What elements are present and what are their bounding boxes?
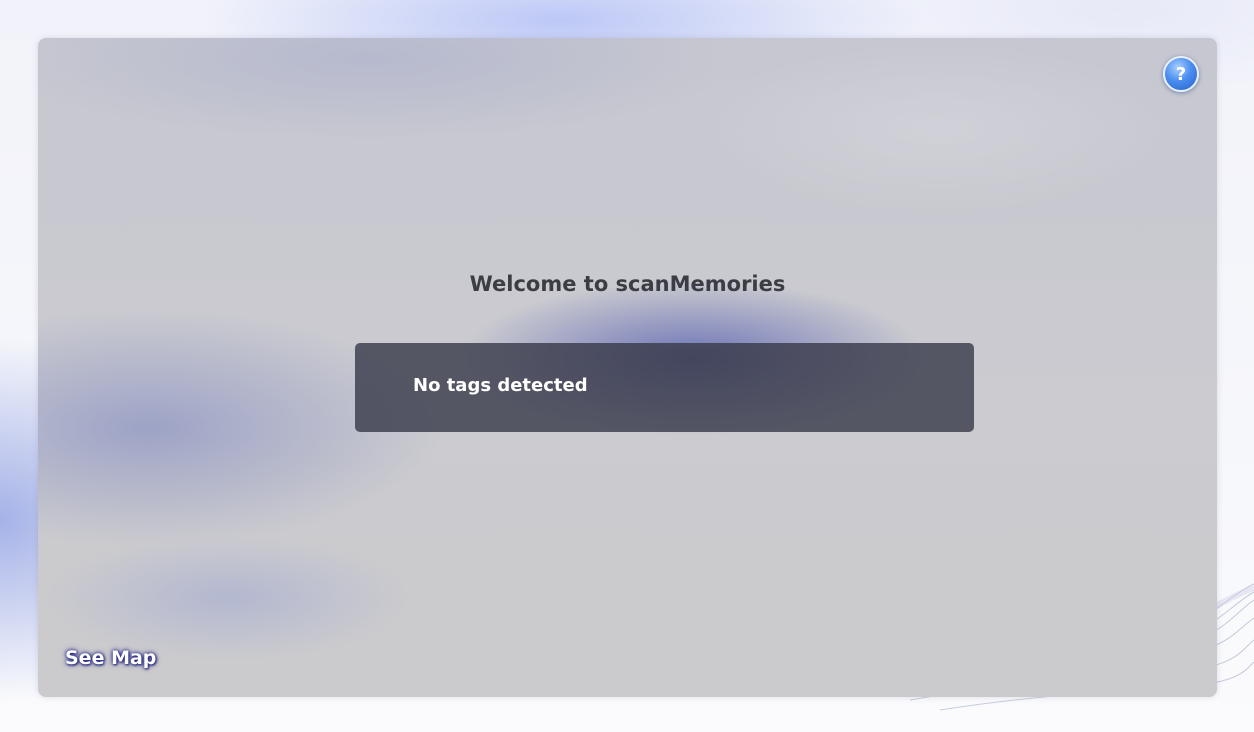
- help-button[interactable]: ?: [1163, 56, 1199, 92]
- welcome-title: Welcome to scanMemories: [469, 272, 786, 296]
- help-icon: ?: [1175, 63, 1187, 85]
- tags-status-box: No tags detected: [355, 343, 974, 432]
- main-panel: ? Welcome to scanMemories No tags detect…: [38, 38, 1217, 697]
- tags-status-text: No tags detected: [413, 375, 588, 396]
- see-map-link[interactable]: See Map: [65, 647, 156, 669]
